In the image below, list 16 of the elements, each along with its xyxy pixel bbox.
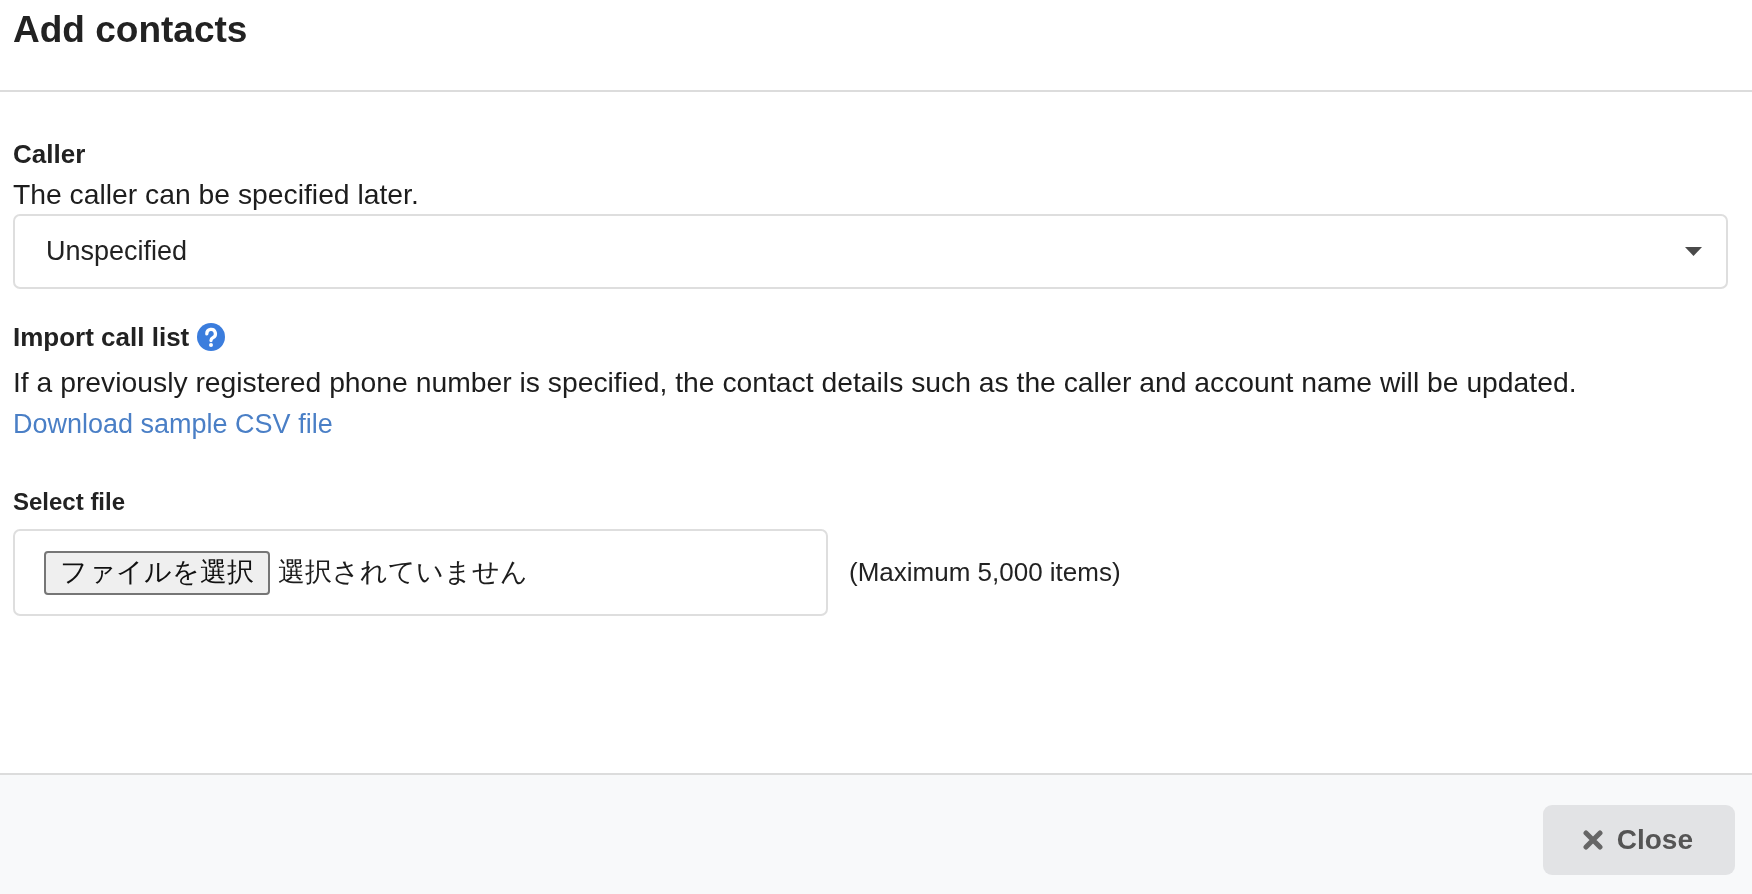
section-label: Import call list [13, 321, 190, 354]
close-button[interactable]: Close [1542, 805, 1735, 875]
choose-file-button[interactable]: ファイルを選択 [44, 550, 270, 595]
help-icon[interactable] [197, 323, 226, 351]
field-label: Select file [13, 487, 126, 517]
download-link[interactable]: Download sample CSV file [13, 405, 333, 443]
close-icon [1582, 830, 1603, 850]
field-description: The caller can be specified later. [13, 177, 420, 212]
limit-note: (Maximum 5,000 items) [849, 556, 1121, 589]
caret-icon [1685, 247, 1702, 256]
field-description: If a previously registered phone number is specified, the contact details such as the caller and account name will be updated. [13, 365, 1578, 400]
dialog-title: Add contacts [13, 8, 248, 52]
field-label: Caller [13, 138, 86, 171]
file-input-field[interactable]: ファイルを選択 選択されていません [13, 529, 828, 616]
file-status-text: 選択されていません [278, 556, 528, 590]
caller-dropdown[interactable]: Unspecified [13, 214, 1728, 289]
